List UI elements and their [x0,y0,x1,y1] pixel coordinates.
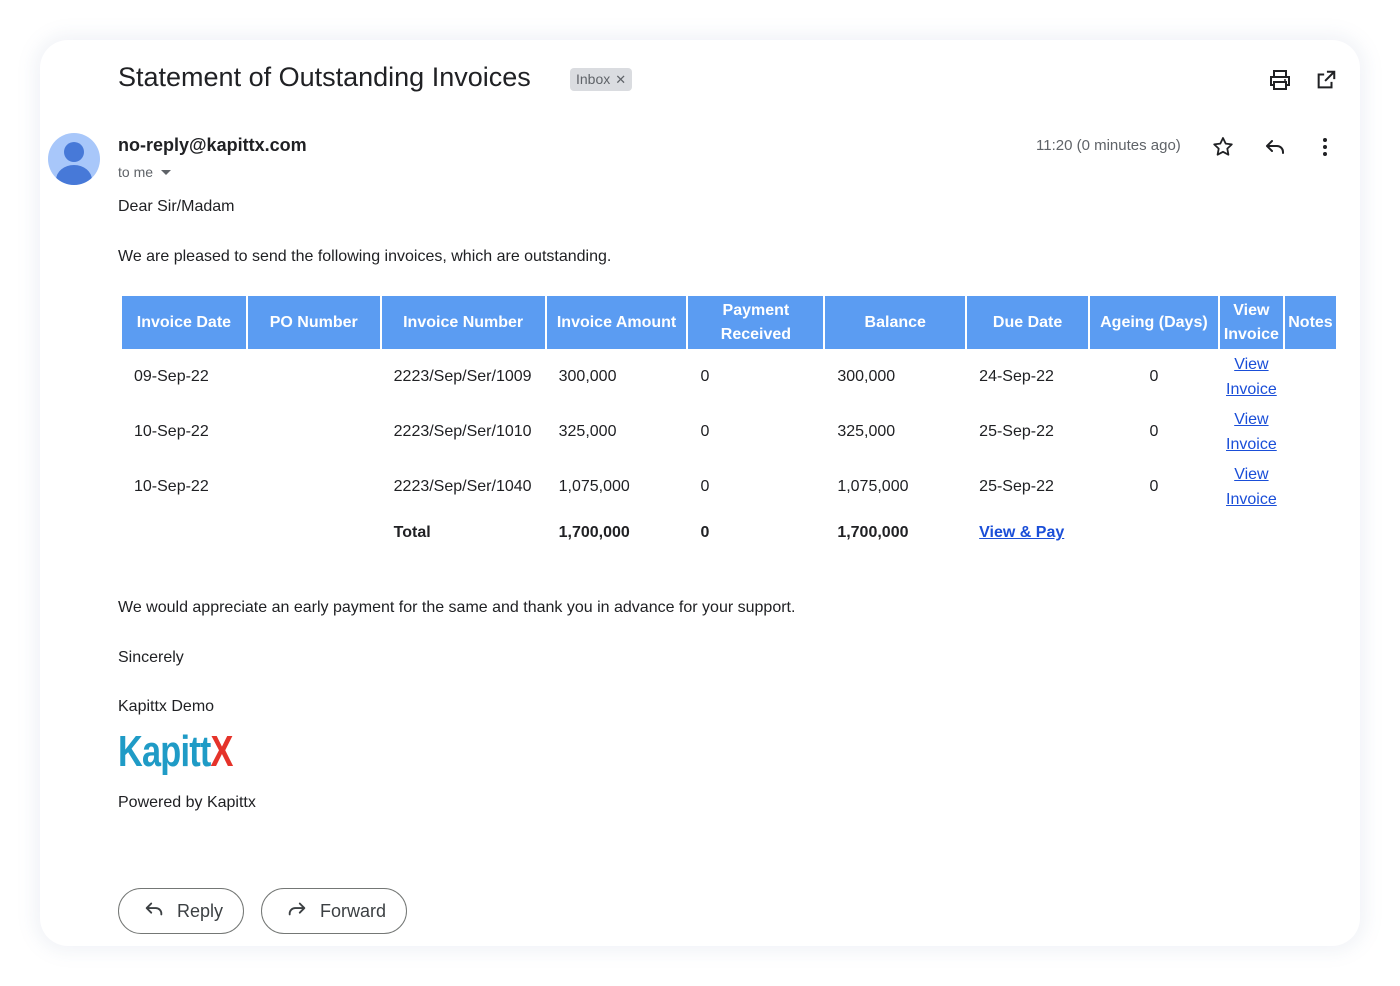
reply-button-label: Reply [177,900,224,921]
cell-balance: 1,075,000 [837,477,909,495]
print-icon[interactable] [1266,66,1294,94]
cell-invoice-number: 2223/Sep/Ser/1010 [393,422,532,440]
table-row: 10-Sep-22 2223/Sep/Ser/1040 1,075,000 0 … [122,459,1336,514]
sender-email[interactable]: no-reply@kapittx.com [118,135,307,156]
cell-invoice-date: 10-Sep-22 [134,477,209,495]
cell-notes [1285,404,1336,459]
table-row: 10-Sep-22 2223/Sep/Ser/1010 325,000 0 32… [122,404,1336,459]
email-timestamp: 11:20 (0 minutes ago) [1036,137,1181,154]
intro-text: We are pleased to send the following inv… [118,248,612,265]
header-balance: Balance [825,296,966,349]
remove-label-icon[interactable]: ✕ [615,68,626,91]
header-notes: Notes [1284,296,1336,349]
forward-button[interactable]: Forward [261,888,408,934]
table-total-row: Total 1,700,000 0 1,700,000 View & Pay [122,514,1336,556]
more-vert-icon[interactable] [1311,133,1339,161]
cell-balance: 300,000 [837,367,896,385]
signoff-text: Sincerely [118,649,184,666]
cell-invoice-number: 2223/Sep/Ser/1009 [393,367,532,385]
header-view-invoice: View Invoice [1219,296,1283,349]
cell-invoice-number: 2223/Sep/Ser/1040 [393,477,532,495]
cell-due-date: 25-Sep-22 [979,477,1054,495]
closing-note-text: We would appreciate an early payment for… [118,599,796,616]
cell-due-date: 25-Sep-22 [979,422,1054,440]
view-invoice-link[interactable]: View Invoice [1220,404,1283,459]
greeting-text: Dear Sir/Madam [118,198,235,215]
sender-avatar [48,133,100,185]
view-invoice-link[interactable]: View Invoice [1220,349,1283,404]
cell-po-number [248,404,380,459]
cell-invoice-amount: 325,000 [558,422,617,440]
kapittx-logo: KapittX [118,727,233,776]
cell-invoice-date: 09-Sep-22 [134,367,209,385]
cell-ageing: 0 [1149,367,1159,385]
header-invoice-amount: Invoice Amount [546,296,687,349]
inbox-label-badge[interactable]: Inbox ✕ [570,68,633,91]
chevron-down-icon [161,169,172,175]
cell-payment-received: 0 [700,422,710,440]
forward-button-label: Forward [320,900,387,921]
cell-invoice-amount: 300,000 [558,367,617,385]
header-due-date: Due Date [967,296,1088,349]
total-balance: 1,700,000 [837,524,909,541]
email-subject: Statement of Outstanding Invoices [118,62,531,92]
header-ageing: Ageing (Days) [1090,296,1218,349]
star-icon[interactable] [1209,133,1237,161]
invoice-table: Invoice Date PO Number Invoice Number In… [120,296,1338,556]
cell-payment-received: 0 [700,367,710,385]
header-po-number: PO Number [247,296,380,349]
table-header-row: Invoice Date PO Number Invoice Number In… [122,296,1336,349]
table-row: 09-Sep-22 2223/Sep/Ser/1009 300,000 0 30… [122,349,1336,404]
cell-due-date: 24-Sep-22 [979,367,1054,385]
forward-icon [286,898,308,925]
reply-icon [143,898,165,925]
cell-invoice-date: 10-Sep-22 [134,422,209,440]
view-invoice-link[interactable]: View Invoice [1220,459,1283,514]
cell-balance: 325,000 [837,422,896,440]
open-in-new-icon[interactable] [1312,66,1340,94]
reply-icon[interactable] [1261,133,1289,161]
cell-notes [1285,349,1336,404]
header-invoice-number: Invoice Number [381,296,545,349]
total-invoice-amount: 1,700,000 [558,524,630,541]
cell-po-number [248,459,380,514]
signature-text: Kapittx Demo [118,698,215,715]
inbox-label-text: Inbox [576,71,611,87]
total-label: Total [393,524,431,541]
recipient-text: to me [118,164,154,180]
recipient-details-toggle[interactable]: to me [118,164,172,180]
cell-notes [1285,459,1336,514]
view-and-pay-link[interactable]: View & Pay [967,514,1088,556]
cell-invoice-amount: 1,075,000 [558,477,630,495]
header-payment-received: Payment Received [688,296,824,349]
total-payment-received: 0 [700,524,710,541]
reply-button[interactable]: Reply [118,888,245,934]
cell-ageing: 0 [1149,422,1159,440]
cell-ageing: 0 [1149,477,1159,495]
powered-by-text: Powered by Kapittx [118,794,256,811]
cell-po-number [248,349,380,404]
cell-payment-received: 0 [700,477,710,495]
header-invoice-date: Invoice Date [122,296,246,349]
